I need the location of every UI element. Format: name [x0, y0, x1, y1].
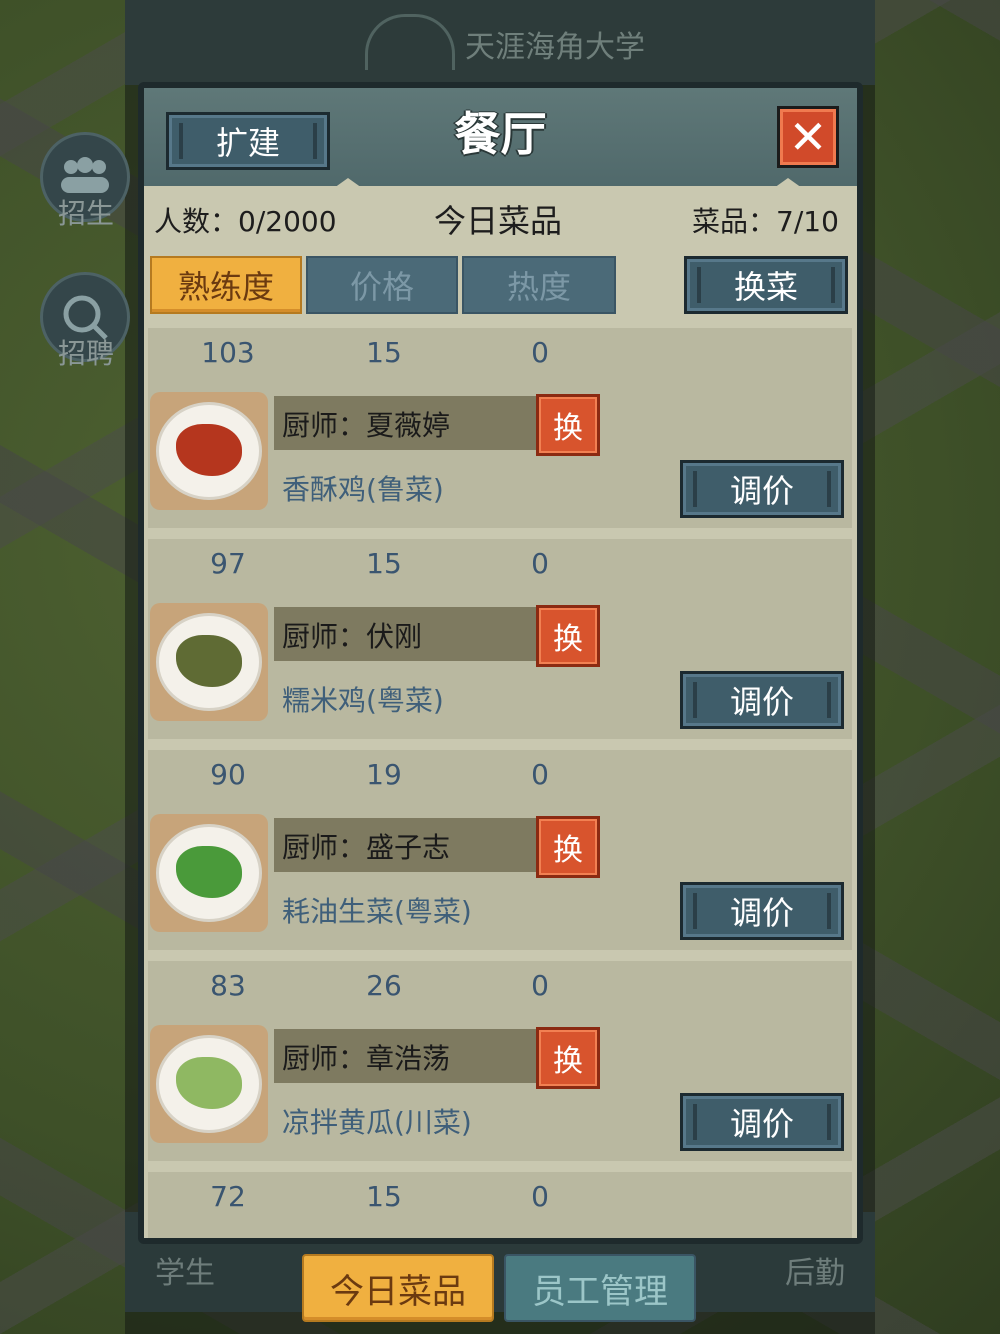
today-dishes-label: 今日菜品	[434, 202, 563, 240]
tab-today-dishes[interactable]: 今日菜品	[302, 1254, 494, 1322]
dialog-body: 餐厅 扩建 ✕ 人数：0/2000 今日菜品 菜品：7/10 熟练度 价格 热度…	[144, 88, 857, 1238]
restaurant-dialog: 餐厅 扩建 ✕ 人数：0/2000 今日菜品 菜品：7/10 熟练度 价格 热度…	[138, 82, 863, 1244]
price-value: 15	[366, 336, 402, 369]
chef-name: 厨师：伏刚	[282, 620, 423, 653]
adjust-price-button[interactable]: 调价	[680, 460, 844, 518]
proficiency-value: 97	[210, 547, 246, 580]
list-item: 90 19 0 厨师：盛子志 换 耗油生菜(粤菜) 调价	[148, 750, 852, 950]
people-count: 人数：0/2000	[154, 205, 337, 238]
swap-chef-button[interactable]: 换	[536, 605, 600, 667]
dish-image	[150, 814, 268, 932]
swap-chef-button[interactable]: 换	[536, 816, 600, 878]
logistics-tab[interactable]: 后勤	[785, 1248, 845, 1292]
list-item: 103 15 0 厨师：夏薇婷 换 香酥鸡(鲁菜) 调价	[148, 328, 852, 528]
chef-name: 厨师：盛子志	[282, 831, 451, 864]
proficiency-value: 90	[210, 758, 246, 791]
dish-name: 耗油生菜(粤菜)	[282, 895, 472, 928]
list-item: 97 15 0 厨师：伏刚 换 糯米鸡(粤菜) 调价	[148, 539, 852, 739]
heat-value: 0	[531, 758, 549, 791]
chef-name: 厨师：夏薇婷	[282, 409, 451, 442]
close-icon: ✕	[788, 110, 828, 164]
proficiency-value: 72	[210, 1180, 246, 1213]
enroll-label: 招生	[57, 197, 114, 230]
adjust-price-button[interactable]: 调价	[680, 882, 844, 940]
recruit-label: 招聘	[57, 337, 114, 370]
school-name: 天涯海角大学	[465, 30, 645, 65]
enroll-button[interactable]: 招生	[40, 132, 132, 232]
chef-name: 厨师：章浩荡	[282, 1042, 451, 1075]
tab-heat[interactable]: 热度	[462, 256, 616, 314]
heat-value: 0	[531, 336, 549, 369]
tab-staff-management[interactable]: 员工管理	[504, 1254, 696, 1322]
dishes-count: 菜品：7/10	[692, 205, 839, 238]
recruit-button[interactable]: 招聘	[40, 272, 132, 372]
adjust-price-button[interactable]: 调价	[680, 671, 844, 729]
price-value: 15	[366, 1180, 402, 1213]
swap-chef-button[interactable]: 换	[536, 1027, 600, 1089]
building-icon	[365, 14, 455, 70]
swap-chef-button[interactable]: 换	[536, 394, 600, 456]
tab-price[interactable]: 价格	[306, 256, 458, 314]
dish-name: 凉拌黄瓜(川菜)	[282, 1106, 472, 1139]
students-tab[interactable]: 学生	[155, 1248, 215, 1292]
heat-value: 0	[531, 969, 549, 1002]
dish-name: 香酥鸡(鲁菜)	[282, 473, 444, 506]
list-item: 83 26 0 厨师：章浩荡 换 凉拌黄瓜(川菜) 调价	[148, 961, 852, 1161]
proficiency-value: 83	[210, 969, 246, 1002]
list-item: 72 15 0	[148, 1172, 852, 1238]
expand-button[interactable]: 扩建	[166, 112, 330, 170]
tab-proficiency[interactable]: 熟练度	[150, 256, 302, 314]
price-value: 19	[366, 758, 402, 791]
heat-value: 0	[531, 547, 549, 580]
price-value: 15	[366, 547, 402, 580]
change-dishes-button[interactable]: 换菜	[684, 256, 848, 314]
top-bar: 天涯海角大学	[125, 0, 875, 85]
adjust-price-button[interactable]: 调价	[680, 1093, 844, 1151]
price-value: 26	[366, 969, 402, 1002]
proficiency-value: 103	[201, 336, 255, 369]
heat-value: 0	[531, 1180, 549, 1213]
dish-image	[150, 1025, 268, 1143]
close-button[interactable]: ✕	[777, 106, 839, 168]
dish-image	[150, 392, 268, 510]
dish-name: 糯米鸡(粤菜)	[282, 684, 444, 717]
dish-image	[150, 603, 268, 721]
